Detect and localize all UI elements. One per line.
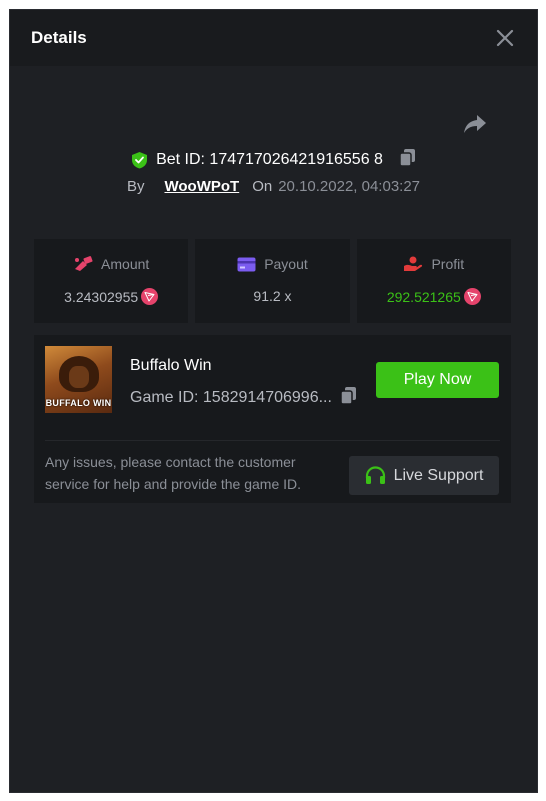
- support-message: Any issues, please contact the customer …: [45, 454, 302, 492]
- bet-id-row: Bet ID: 174717026421916556 8: [10, 148, 537, 172]
- copy-bet-id-button[interactable]: [399, 148, 416, 172]
- close-icon: [496, 29, 514, 47]
- live-support-label: Live Support: [393, 466, 484, 484]
- copy-icon: [399, 149, 415, 167]
- game-id: Game ID: 1582914706996...: [130, 389, 332, 406]
- payout-label: Payout: [264, 256, 308, 272]
- game-thumbnail[interactable]: BUFFALO WIN: [45, 346, 112, 413]
- modal-header: Details: [10, 10, 537, 66]
- bet-meta-row: By WooWPoT On 20.10.2022, 04:03:27: [10, 178, 537, 195]
- profit-hand-icon: [404, 256, 423, 271]
- game-id-row: Game ID: 1582914706996...: [130, 386, 357, 410]
- payout-stat: Payout 91.2 x: [195, 239, 350, 323]
- copy-icon: [340, 387, 356, 405]
- headset-icon: [365, 466, 385, 484]
- share-button[interactable]: [463, 113, 487, 140]
- amount-label: Amount: [101, 256, 150, 272]
- by-label: By: [126, 178, 145, 195]
- amount-icon: [75, 256, 93, 271]
- divider: [45, 440, 500, 441]
- share-icon: [464, 115, 486, 133]
- profit-stat: Profit 292.521265: [356, 239, 511, 323]
- copy-game-id-button[interactable]: [340, 386, 357, 410]
- bet-id: Bet ID: 174717026421916556 8: [156, 151, 383, 168]
- on-label: On: [252, 178, 273, 195]
- amount-stat: Amount 3.24302955: [34, 239, 189, 323]
- profit-label: Profit: [431, 256, 465, 272]
- tron-coin-icon: [463, 288, 481, 305]
- modal-title: Details: [31, 28, 87, 47]
- game-name: Buffalo Win: [130, 357, 212, 374]
- shield-check-icon: [132, 152, 148, 169]
- close-button[interactable]: [495, 28, 515, 48]
- username-link[interactable]: WooWPoT: [165, 178, 240, 195]
- profit-value: 292.521265: [386, 288, 461, 305]
- details-modal: Details Bet ID: 174717026421916556 8 By …: [9, 9, 538, 793]
- game-thumbnail-label: BUFFALO WIN: [45, 398, 112, 408]
- play-now-button[interactable]: Play Now: [376, 362, 499, 398]
- amount-value: 3.24302955: [64, 288, 139, 305]
- stats-row: Amount 3.24302955 Payout 91.2 x Profit 2…: [34, 239, 511, 323]
- tron-coin-icon: [141, 288, 159, 305]
- game-card: BUFFALO WIN Buffalo Win Game ID: 1582914…: [34, 335, 511, 503]
- live-support-button[interactable]: Live Support: [349, 456, 499, 495]
- bet-datetime: 20.10.2022, 04:03:27: [278, 178, 421, 195]
- card-icon: [237, 257, 256, 271]
- payout-value: 91.2 x: [253, 288, 292, 304]
